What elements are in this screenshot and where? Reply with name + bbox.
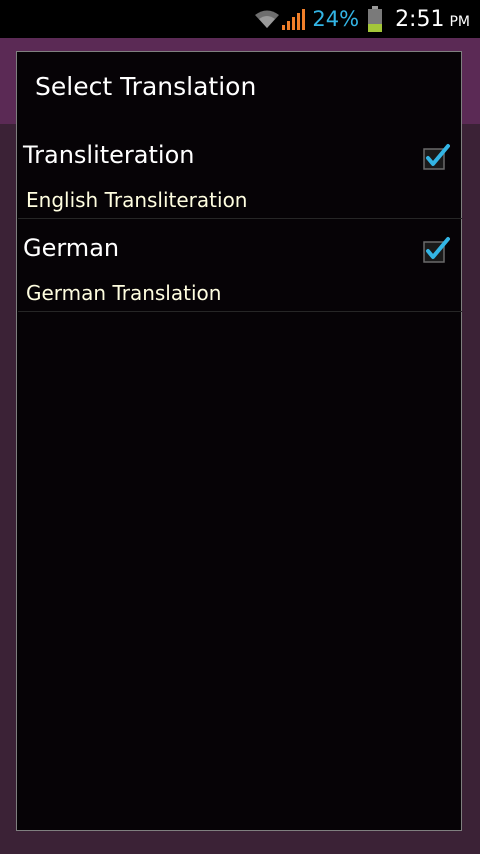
- option-title: German: [23, 234, 120, 262]
- option-title: Transliteration: [23, 141, 195, 169]
- status-bar: 24% 2:51 PM: [0, 0, 480, 38]
- option-subtitle: English Transliteration: [26, 188, 248, 212]
- checkbox-checked-icon[interactable]: [422, 143, 450, 171]
- battery-percentage: 24%: [312, 7, 360, 31]
- select-translation-dialog: Select Translation Transliteration Engli…: [16, 51, 462, 831]
- clock-time: 2:51: [395, 6, 445, 32]
- option-subtitle: German Translation: [26, 281, 222, 305]
- clock-ampm: PM: [449, 13, 470, 30]
- checkbox-checked-icon[interactable]: [422, 236, 450, 264]
- wifi-icon: [255, 10, 280, 28]
- signal-icon: [282, 9, 306, 30]
- battery-icon: [368, 6, 383, 32]
- translation-option-german[interactable]: German German Translation: [18, 219, 462, 312]
- clock: 2:51 PM: [395, 7, 470, 32]
- dialog-title: Select Translation: [35, 72, 257, 101]
- status-icons: 24% 2:51 PM: [254, 0, 470, 38]
- translation-option-transliteration[interactable]: Transliteration English Transliteration: [18, 126, 462, 219]
